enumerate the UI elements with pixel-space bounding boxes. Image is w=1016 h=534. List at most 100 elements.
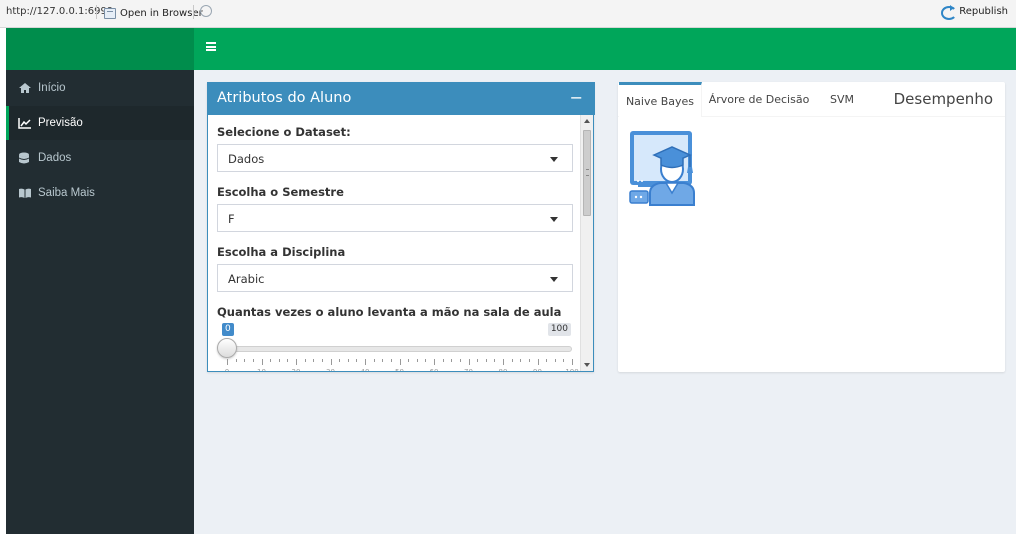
slider-tick	[313, 359, 315, 362]
sidebar-item-label: Início	[38, 82, 66, 94]
open-in-browser-label: Open in Browser	[120, 7, 203, 19]
sidebar-item-label: Previsão	[38, 117, 83, 129]
open-in-browser-button[interactable]: Open in Browser	[104, 4, 203, 22]
semester-select[interactable]: F	[217, 204, 573, 232]
scroll-down-arrow-icon[interactable]	[584, 363, 590, 367]
scroll-up-arrow-icon[interactable]	[584, 119, 590, 123]
sidebar: Início Previsão Dados Saiba Mais	[6, 70, 194, 534]
slider-tick	[399, 359, 401, 365]
student-attributes-box: Atributos do Aluno − Selecione o Dataset…	[207, 82, 595, 372]
performance-tab-box: Naive Bayes Árvore de Decisão SVM Desemp…	[618, 82, 1005, 372]
scrollbar-grip	[586, 169, 589, 176]
slider-tick-label: 40	[361, 368, 370, 371]
dataset-select-value: Dados	[228, 152, 265, 166]
box-title: Atributos do Aluno	[217, 90, 352, 106]
discipline-label: Escolha a Disciplina	[217, 245, 346, 259]
slider-tick	[235, 359, 237, 362]
slider-tick	[572, 359, 573, 365]
slider-tick	[261, 359, 263, 365]
discipline-select[interactable]: Arabic	[217, 264, 573, 292]
url-text: http://127.0.0.1:6999	[6, 6, 114, 17]
collapse-button[interactable]: −	[570, 88, 583, 108]
viewer-toolbar: http://127.0.0.1:6999 Open in Browser Re…	[0, 0, 1016, 28]
slider-tick	[451, 359, 453, 362]
slider-tick	[278, 359, 280, 362]
slider-tick	[339, 359, 341, 362]
line-chart-icon	[18, 117, 32, 129]
discipline-select-value: Arabic	[228, 272, 265, 286]
slider-tick	[382, 359, 384, 362]
slider-tick	[365, 359, 366, 365]
slider-tick	[520, 359, 522, 362]
dataset-label: Selecione o Dataset:	[217, 125, 351, 139]
tab-label: SVM	[830, 93, 854, 106]
box-body: Selecione o Dataset: Dados Escolha o Sem…	[208, 115, 581, 371]
slider-tick	[304, 359, 306, 362]
slider-tick-label: 100	[565, 368, 578, 371]
sidebar-item-inicio[interactable]: Início	[6, 71, 194, 105]
slider-tick	[468, 359, 470, 365]
slider-tick	[296, 359, 297, 365]
sidebar-item-saiba-mais[interactable]: Saiba Mais	[6, 176, 194, 210]
dataset-select[interactable]: Dados	[217, 144, 573, 172]
slider-tick	[270, 359, 272, 362]
slider-tick	[390, 359, 392, 362]
box-header: Atributos do Aluno −	[208, 82, 595, 115]
raised-hands-label: Quantas vezes o aluno levanta a mão na s…	[217, 305, 562, 319]
caret-down-icon	[550, 217, 558, 222]
tab-arvore-de-decisao[interactable]: Árvore de Decisão	[706, 82, 812, 117]
slider-tick	[321, 359, 323, 362]
slider-tick-label: 30	[326, 368, 335, 371]
sidebar-item-dados[interactable]: Dados	[6, 141, 194, 175]
tab-bar: Naive Bayes Árvore de Decisão SVM Desemp…	[618, 82, 1005, 117]
database-icon	[18, 152, 32, 164]
slider-tick-label: 20	[292, 368, 301, 371]
scrollbar-thumb[interactable]	[583, 130, 591, 216]
refresh-icon[interactable]	[200, 5, 212, 17]
slider-handle[interactable]	[217, 338, 237, 358]
slider-tick	[477, 359, 479, 362]
sidebar-item-previsao[interactable]: Previsão	[6, 106, 194, 140]
home-icon	[18, 82, 32, 94]
top-navbar	[194, 28, 1016, 70]
slider-ticks	[227, 359, 573, 365]
slider-tick-label: 0	[225, 368, 229, 371]
slider-tick	[356, 359, 358, 362]
slider-tick-label: 90	[533, 368, 542, 371]
slider-tick	[408, 359, 410, 362]
slider-track[interactable]	[226, 346, 572, 352]
slider-tick	[227, 359, 228, 365]
vertical-scrollbar[interactable]	[580, 115, 593, 371]
slider-tick	[459, 359, 461, 362]
sidebar-item-label: Dados	[38, 152, 72, 164]
semester-select-value: F	[228, 212, 235, 226]
slider-tick-label: 60	[430, 368, 439, 371]
slider-tick-label: 10	[257, 368, 266, 371]
republish-button[interactable]: Republish	[941, 5, 1008, 20]
semester-label: Escolha o Semestre	[217, 185, 344, 199]
slider-tick	[511, 359, 513, 362]
republish-icon	[941, 5, 958, 20]
sidebar-item-label: Saiba Mais	[38, 187, 95, 199]
slider-tick	[528, 359, 530, 362]
tab-naive-bayes[interactable]: Naive Bayes	[619, 82, 702, 117]
tab-label: Árvore de Decisão	[708, 93, 810, 106]
slider-tick	[563, 359, 565, 362]
slider-max-badge: 100	[547, 323, 571, 336]
slider-tick	[416, 359, 418, 362]
raised-hands-slider[interactable]: 0 100 0 10 20 30 40 50 60 70 80 90 100	[217, 323, 579, 371]
slider-tick	[252, 359, 254, 362]
republish-label: Republish	[959, 5, 1008, 17]
hamburger-menu-icon[interactable]	[206, 42, 216, 51]
slider-tick	[503, 359, 504, 365]
caret-down-icon	[550, 277, 558, 282]
caret-down-icon	[550, 157, 558, 162]
tab-svm[interactable]: SVM	[820, 82, 864, 117]
student-graduate-icon	[628, 127, 708, 207]
slider-tick	[434, 359, 435, 365]
tab-box-title: Desempenho	[893, 90, 993, 108]
slider-tick	[425, 359, 427, 362]
slider-tick-label: 80	[499, 368, 508, 371]
slider-value-badge: 0	[222, 323, 234, 336]
slider-tick	[330, 359, 332, 365]
